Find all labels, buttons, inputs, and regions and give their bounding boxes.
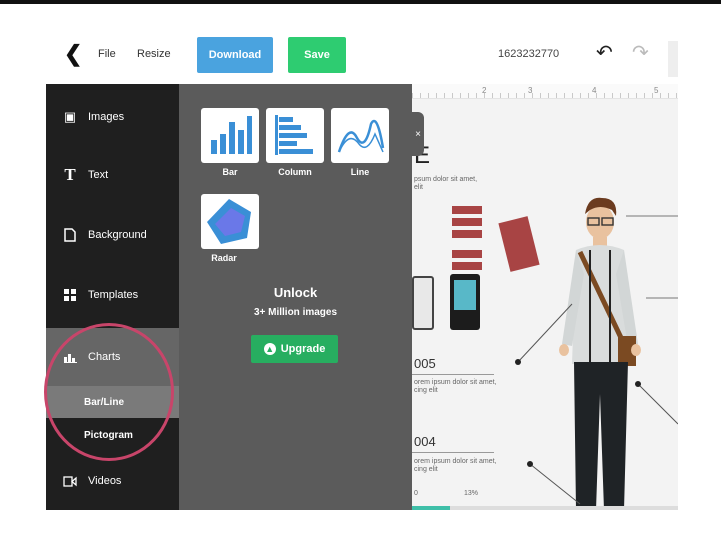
- canvas-percent: 13%: [464, 490, 479, 497]
- unlock-title: Unlock: [273, 285, 318, 300]
- chart-option-bar[interactable]: [201, 108, 259, 163]
- bar-chart-icon: [211, 116, 252, 154]
- sidebar-item-label: Background: [88, 229, 147, 241]
- sidebar-item-text[interactable]: T Text: [46, 146, 179, 204]
- image-icon: ▣: [63, 109, 77, 124]
- video-icon: [62, 475, 78, 487]
- save-button[interactable]: Save: [288, 37, 346, 73]
- resize-menu[interactable]: Resize: [137, 48, 171, 60]
- chart-option-label: Line: [350, 167, 370, 177]
- sidebar-item-label: Text: [88, 169, 109, 181]
- text-icon: T: [64, 165, 76, 184]
- canvas-number: 004: [414, 434, 436, 449]
- column-chart-icon: [275, 115, 313, 155]
- progress-fill: [412, 506, 450, 510]
- chart-option-label: Radar: [211, 253, 237, 263]
- canvas-text: orem ipsum dolor sit amet, cing elit: [414, 379, 497, 394]
- divider: [412, 452, 494, 453]
- chart-option-radar[interactable]: [201, 194, 259, 249]
- divider: [412, 374, 494, 375]
- download-button[interactable]: Download: [197, 37, 273, 73]
- templates-icon: [62, 289, 78, 301]
- sidebar-item-images[interactable]: ▣ Images: [46, 88, 179, 146]
- sidebar-item-label: Videos: [88, 475, 122, 487]
- canvas-number: 005: [414, 356, 436, 371]
- canvas-text: orem ipsum dolor sit amet, cing elit: [414, 458, 497, 473]
- progress-track: [412, 506, 678, 510]
- undo-icon[interactable]: ↶: [596, 40, 613, 65]
- design-canvas[interactable]: 2 3 4 5 E psum dolor sit amet, elit 005 …: [412, 84, 678, 510]
- chart-option-column[interactable]: [266, 108, 324, 163]
- redo-icon[interactable]: ↷: [632, 40, 649, 65]
- unlock-subtitle: 3+ Million images: [253, 307, 338, 318]
- arrow-up-icon: ▲: [263, 343, 276, 355]
- chart-option-line[interactable]: [331, 108, 389, 163]
- upgrade-button[interactable]: ▲ Upgrade: [251, 335, 338, 363]
- sidebar-item-label: Templates: [88, 289, 139, 301]
- top-toolbar: ❮ File Resize Download Save 1623232770 ↶…: [0, 4, 721, 84]
- sidebar-item-templates[interactable]: Templates: [46, 266, 179, 324]
- sidebar-item-background[interactable]: Background: [46, 206, 179, 264]
- highlight-circle-annotation: [44, 323, 174, 461]
- chevron-left-icon[interactable]: ❮: [64, 43, 82, 65]
- radar-chart-icon: [207, 199, 251, 244]
- infographic-pointers: [515, 215, 678, 505]
- canvas-axis-label: 0: [414, 490, 418, 497]
- close-panel-button[interactable]: ×: [412, 112, 424, 156]
- file-menu[interactable]: File: [98, 48, 116, 60]
- chart-option-label: Column: [278, 167, 312, 177]
- toolbar-edge: [668, 41, 678, 77]
- line-chart-icon: [337, 119, 385, 153]
- upgrade-label: Upgrade: [280, 343, 326, 355]
- chart-option-label: Bar: [222, 167, 238, 177]
- sidebar-item-label: Images: [88, 111, 125, 123]
- document-id[interactable]: 1623232770: [498, 48, 559, 60]
- page-icon: [62, 228, 78, 242]
